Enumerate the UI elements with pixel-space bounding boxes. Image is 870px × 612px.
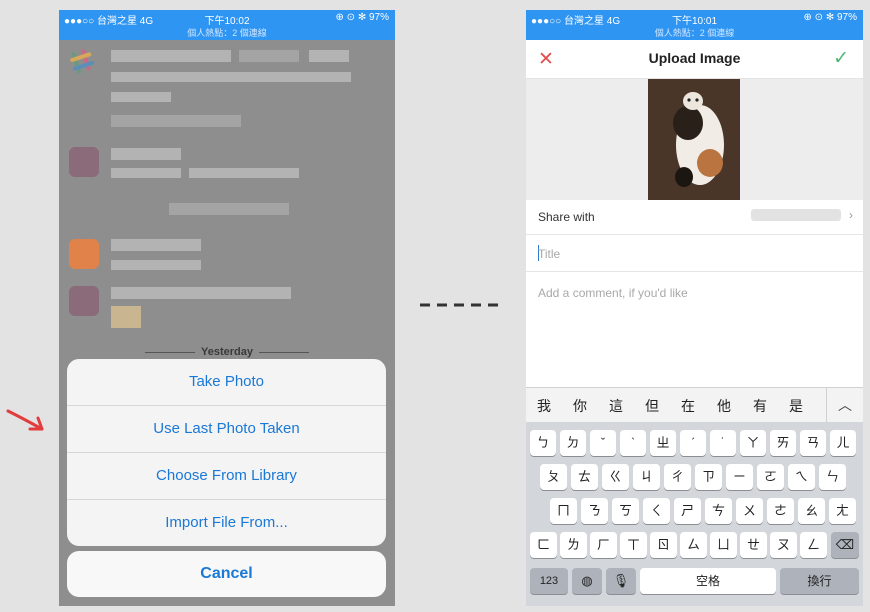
key[interactable]: ㄋ xyxy=(581,498,608,524)
use-last-photo-option[interactable]: Use Last Photo Taken xyxy=(67,406,386,453)
key[interactable]: ㄌ xyxy=(560,532,587,558)
key[interactable]: ㄧ xyxy=(726,464,753,490)
key[interactable]: ㄦ xyxy=(830,430,856,456)
upload-header: ✕ Upload Image ✓ xyxy=(526,40,863,79)
key[interactable]: ㄕ xyxy=(674,498,701,524)
key[interactable]: ㄊ xyxy=(571,464,598,490)
key[interactable]: ㄆ xyxy=(540,464,567,490)
right-phone-screen: ●●●○○ 台灣之星 4G 下午10:01 ⊕ ⊙ ✻ 97% 個人熱點：2 個… xyxy=(526,10,863,606)
hotspot-banner: 個人熱點：2 個連線 xyxy=(526,26,863,40)
share-target-blurred xyxy=(751,209,841,221)
share-with-label: Share with xyxy=(538,210,595,224)
hotspot-banner: 個人熱點：2 個連線 xyxy=(59,26,395,40)
title-input[interactable] xyxy=(538,247,838,261)
key[interactable]: ㄝ xyxy=(740,532,767,558)
key[interactable]: ㄖ xyxy=(650,532,677,558)
key[interactable]: ㄜ xyxy=(767,498,794,524)
key[interactable]: ㄒ xyxy=(620,532,647,558)
key[interactable]: ㄈ xyxy=(530,532,557,558)
numbers-key[interactable]: 123 xyxy=(530,568,568,594)
checkmark-icon[interactable]: ✓ xyxy=(833,47,849,70)
candidate-word[interactable]: 他 xyxy=(714,396,734,416)
key[interactable]: ㄉ xyxy=(560,430,586,456)
date-divider: Yesterday xyxy=(59,346,395,358)
candidate-word[interactable]: 是 xyxy=(786,396,806,416)
key[interactable]: ㄚ xyxy=(740,430,766,456)
key[interactable]: ㄙ xyxy=(680,532,707,558)
candidate-word[interactable]: 但 xyxy=(642,396,662,416)
globe-icon[interactable]: ◍ xyxy=(572,568,602,594)
key[interactable]: ㄛ xyxy=(757,464,784,490)
key[interactable]: ㄇ xyxy=(550,498,577,524)
action-sheet: Take Photo Use Last Photo Taken Choose F… xyxy=(67,359,386,546)
key[interactable]: ㄔ xyxy=(664,464,691,490)
user-avatar xyxy=(69,286,99,316)
import-file-option[interactable]: Import File From... xyxy=(67,500,386,546)
return-key[interactable]: 換行 xyxy=(780,568,859,594)
red-arrow-icon xyxy=(6,409,44,431)
key[interactable]: ˇ xyxy=(590,430,616,456)
key[interactable]: ㄎ xyxy=(612,498,639,524)
key[interactable]: ㄥ xyxy=(800,532,827,558)
user-avatar xyxy=(69,147,99,177)
key[interactable]: ㄣ xyxy=(819,464,846,490)
key[interactable]: ㄓ xyxy=(650,430,676,456)
share-with-row[interactable]: Share with › xyxy=(526,200,863,235)
key[interactable]: ㄍ xyxy=(602,464,629,490)
battery-text: ⊕ ⊙ ✻ 97% xyxy=(335,12,390,23)
chevron-right-icon: › xyxy=(849,208,853,222)
cat-photo-thumbnail xyxy=(648,79,740,200)
cancel-button[interactable]: Cancel xyxy=(67,551,386,597)
left-phone-screen: ●●●○○ 台灣之星 4G 下午10:02 ⊕ ⊙ ✻ 97% 個人熱點：2 個… xyxy=(59,10,395,606)
comment-input[interactable] xyxy=(538,286,848,346)
key[interactable]: ㄟ xyxy=(788,464,815,490)
candidate-word[interactable]: 我 xyxy=(534,396,554,416)
dashed-connector xyxy=(420,303,502,307)
choose-from-library-option[interactable]: Choose From Library xyxy=(67,453,386,500)
key[interactable]: ㄑ xyxy=(643,498,670,524)
battery-text: ⊕ ⊙ ✻ 97% xyxy=(803,12,858,23)
key[interactable]: ㄐ xyxy=(633,464,660,490)
image-preview-area xyxy=(526,79,863,200)
key[interactable]: ㄗ xyxy=(695,464,722,490)
key[interactable]: ˋ xyxy=(620,430,646,456)
candidate-word[interactable]: 這 xyxy=(606,396,626,416)
candidate-word[interactable]: 在 xyxy=(678,396,698,416)
key[interactable]: ㄨ xyxy=(736,498,763,524)
zhuyin-keyboard: ㄅ ㄉ ˇ ˋ ㄓ ˊ ˙ ㄚ ㄞ ㄢ ㄦ ㄆ ㄊ ㄍ ㄐ ㄔ ㄗ ㄧ ㄛ ㄟ … xyxy=(526,422,863,606)
key[interactable]: ㄩ xyxy=(710,532,737,558)
backspace-icon[interactable]: ⌫ xyxy=(831,532,859,558)
key[interactable]: ㄤ xyxy=(829,498,856,524)
space-key[interactable]: 空格 xyxy=(640,568,776,594)
take-photo-option[interactable]: Take Photo xyxy=(67,359,386,406)
candidate-word[interactable]: 有 xyxy=(750,396,770,416)
page-title: Upload Image xyxy=(648,50,741,66)
key[interactable]: ㄏ xyxy=(590,532,617,558)
key[interactable]: ㄘ xyxy=(705,498,732,524)
key[interactable]: ˊ xyxy=(680,430,706,456)
chevron-up-icon[interactable]: ︿ xyxy=(826,388,863,422)
status-bar: ●●●○○ 台灣之星 4G 下午10:02 ⊕ ⊙ ✻ 97% xyxy=(59,10,395,27)
app-avatar xyxy=(69,239,99,269)
status-bar: ●●●○○ 台灣之星 4G 下午10:01 ⊕ ⊙ ✻ 97% xyxy=(526,10,863,27)
key[interactable]: ㄡ xyxy=(770,532,797,558)
key[interactable]: ㄢ xyxy=(800,430,826,456)
key[interactable]: ㄠ xyxy=(798,498,825,524)
candidate-word[interactable]: 你 xyxy=(570,396,590,416)
key[interactable]: ㄅ xyxy=(530,430,556,456)
candidate-bar: 我 你 這 但 在 他 有 是 ︿ xyxy=(526,387,863,423)
slack-logo-icon xyxy=(70,49,95,74)
microphone-icon[interactable]: 🎙 xyxy=(606,568,636,594)
title-row xyxy=(526,235,863,272)
key[interactable]: ˙ xyxy=(710,430,736,456)
key[interactable]: ㄞ xyxy=(770,430,796,456)
